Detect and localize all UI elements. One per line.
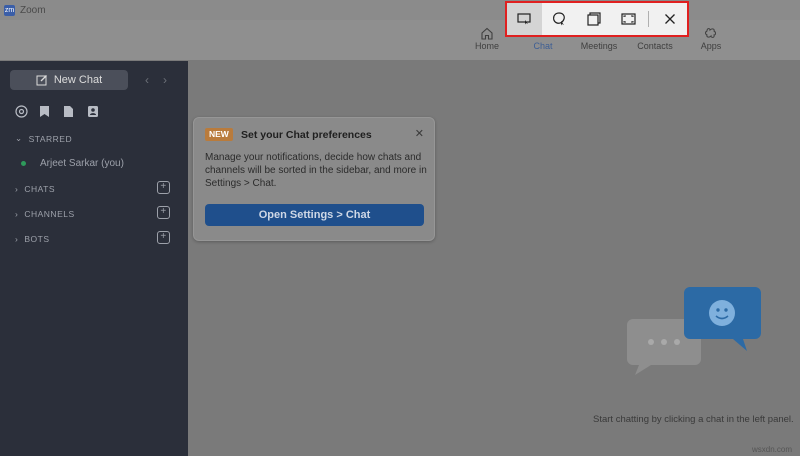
fullscreen-snip-icon xyxy=(621,13,636,25)
mentions-icon[interactable] xyxy=(15,105,28,119)
add-channel-icon[interactable]: + xyxy=(157,206,170,219)
empty-state-hint: Start chatting by clicking a chat in the… xyxy=(593,414,794,425)
chat-illustration-icon xyxy=(627,287,761,375)
close-icon xyxy=(664,14,675,24)
apps-icon xyxy=(705,28,716,38)
sidebar-shortcuts xyxy=(15,105,99,119)
nav-apps[interactable]: Apps xyxy=(686,25,736,51)
chevron-right-icon: › xyxy=(15,234,19,244)
watermark: wsxdn.com xyxy=(751,445,792,454)
zoom-logo-icon: zm xyxy=(4,4,15,16)
chat-sidebar: New Chat ‹ › ⌄ STARRED Arjeet Sarkar (yo… xyxy=(0,61,188,456)
freeform-snip-button[interactable] xyxy=(542,3,577,35)
window-snip-button[interactable] xyxy=(576,3,611,35)
files-icon[interactable] xyxy=(63,105,75,119)
fullscreen-snip-button[interactable] xyxy=(611,3,646,35)
close-snip-button[interactable] xyxy=(652,3,687,35)
chevron-right-icon: › xyxy=(15,209,19,219)
app-title: Zoom xyxy=(20,4,46,16)
section-channels[interactable]: › CHANNELS + xyxy=(15,206,170,219)
section-bots-label: BOTS xyxy=(24,234,50,244)
new-badge: NEW xyxy=(205,128,233,141)
bookmark-icon[interactable] xyxy=(39,105,51,119)
chevron-down-icon: ⌄ xyxy=(15,133,23,143)
nav-chat-label: Chat xyxy=(533,41,553,51)
open-settings-button[interactable]: Open Settings > Chat xyxy=(205,204,424,226)
section-starred-label: STARRED xyxy=(28,133,73,144)
snip-toolbar xyxy=(505,1,689,37)
window-snip-icon xyxy=(586,12,601,26)
new-chat-button[interactable]: New Chat xyxy=(10,70,128,90)
new-chat-label: New Chat xyxy=(53,74,103,86)
nav-home-label: Home xyxy=(474,41,499,51)
home-icon xyxy=(481,27,493,40)
starred-contact[interactable]: Arjeet Sarkar (you) xyxy=(21,158,124,169)
section-chats-label: CHATS xyxy=(24,184,56,194)
add-bot-icon[interactable]: + xyxy=(157,231,170,244)
section-bots[interactable]: › BOTS + xyxy=(15,231,170,244)
chat-preferences-card: NEW Set your Chat preferences ✕ Manage y… xyxy=(193,117,435,241)
compose-icon xyxy=(36,75,47,86)
chevron-right-icon: › xyxy=(15,184,19,194)
nav-meetings-label: Meetings xyxy=(580,41,618,51)
card-description: Manage your notifications, decide how ch… xyxy=(205,152,427,189)
freeform-snip-icon xyxy=(552,12,565,26)
contact-name: Arjeet Sarkar (you) xyxy=(40,158,124,169)
section-chats[interactable]: › CHATS + xyxy=(15,181,170,194)
section-starred[interactable]: ⌄ STARRED xyxy=(15,133,170,144)
rectangular-snip-button[interactable] xyxy=(507,3,542,35)
nav-contacts-label: Contacts xyxy=(637,41,673,51)
section-channels-label: CHANNELS xyxy=(24,209,75,219)
nav-apps-label: Apps xyxy=(700,41,722,51)
toolbar-divider xyxy=(648,11,650,27)
card-close-icon[interactable]: ✕ xyxy=(415,127,424,140)
online-status-icon xyxy=(21,161,26,166)
rectangular-snip-icon xyxy=(517,13,531,25)
add-chat-icon[interactable]: + xyxy=(157,181,170,194)
nav-forward-icon[interactable]: › xyxy=(163,73,167,87)
contact-card-icon[interactable] xyxy=(87,105,99,119)
nav-back-icon[interactable]: ‹ xyxy=(145,73,149,87)
card-title: Set your Chat preferences xyxy=(241,129,372,141)
